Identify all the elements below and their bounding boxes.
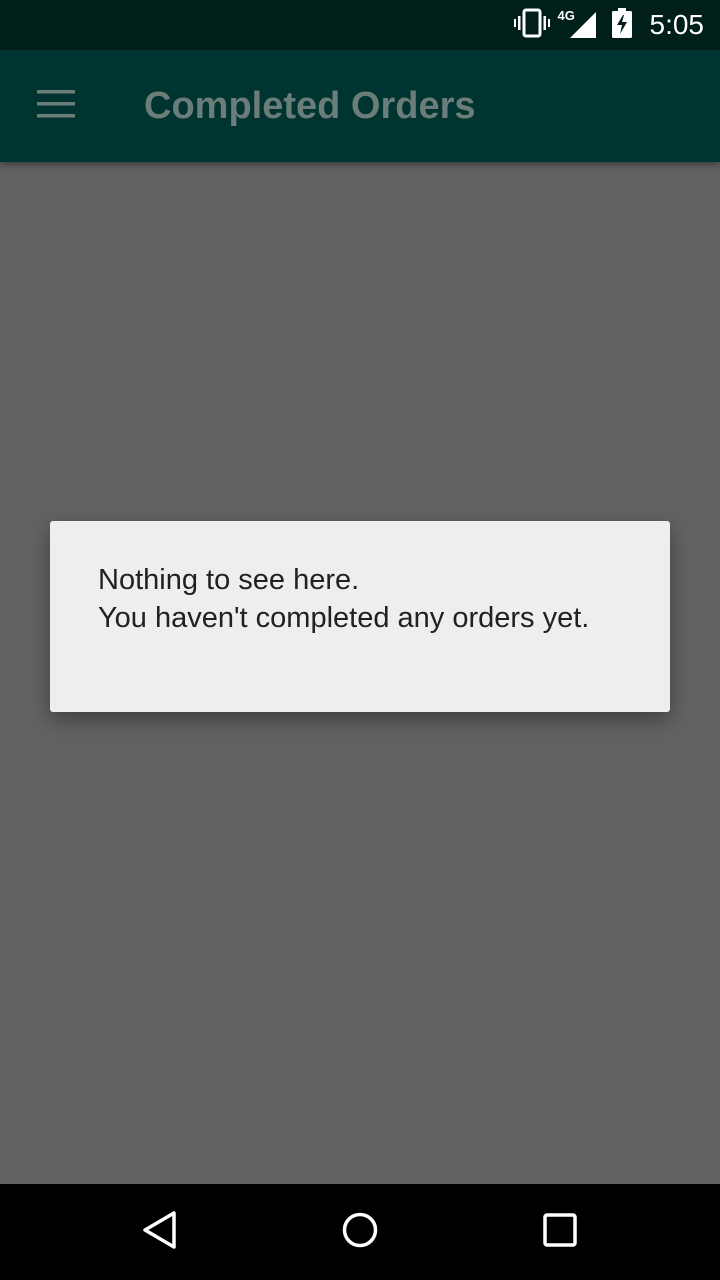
signal-icon: 4G [558,8,598,40]
screen: 4G 5:05 Completed Orders Nothing to see … [0,0,720,1280]
recents-icon [542,1212,578,1253]
status-icons: 4G 5:05 [513,0,705,50]
back-icon [141,1210,179,1255]
app-bar: Completed Orders [0,50,720,162]
home-icon [341,1211,379,1254]
dialog-message: Nothing to see here. You haven't complet… [98,561,628,637]
home-button[interactable] [320,1204,400,1260]
status-bar: 4G 5:05 [0,0,720,50]
back-button[interactable] [120,1204,200,1260]
vibrate-icon [513,8,550,43]
battery-charging-icon [611,7,632,43]
recents-button[interactable] [520,1204,600,1260]
dialog-message-line-2: You haven't completed any orders yet. [98,602,590,634]
page-title: Completed Orders [144,85,476,127]
dialog-message-line-1: Nothing to see here. [98,564,360,596]
hamburger-menu-icon [37,89,75,123]
empty-state-dialog: Nothing to see here. You haven't complet… [50,521,670,712]
navigation-bar [0,1184,720,1280]
menu-button[interactable] [24,78,88,134]
status-time: 5:05 [649,9,705,40]
